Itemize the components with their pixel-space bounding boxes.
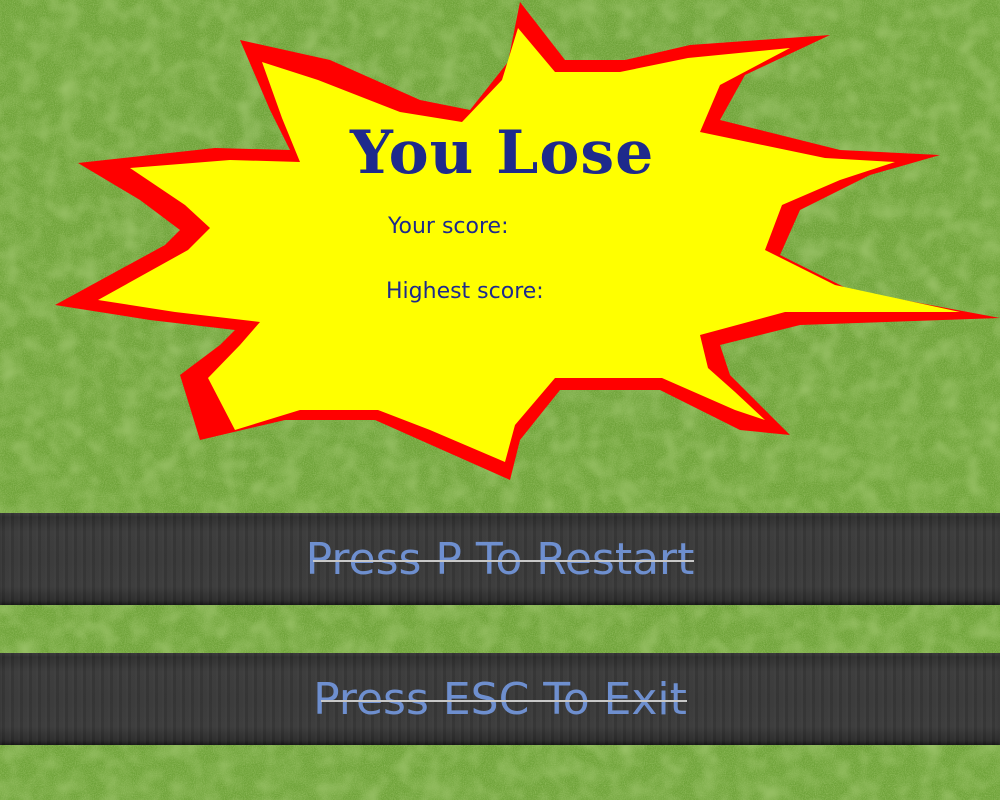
restart-label: Press P To Restart <box>305 533 695 585</box>
highest-score-label: Highest score: <box>386 279 544 304</box>
exit-label: Press ESC To Exit <box>313 673 687 725</box>
game-over-title: You Lose <box>350 118 655 188</box>
burst-fill <box>98 28 960 462</box>
exit-label-wrap: Press ESC To Exit <box>313 674 687 725</box>
strike-line <box>320 700 687 703</box>
exit-button[interactable]: Press ESC To Exit <box>0 653 1000 745</box>
strike-line <box>313 560 695 563</box>
restart-label-wrap: Press P To Restart <box>306 534 695 585</box>
restart-button[interactable]: Press P To Restart <box>0 513 1000 605</box>
your-score-label: Your score: <box>388 214 509 239</box>
